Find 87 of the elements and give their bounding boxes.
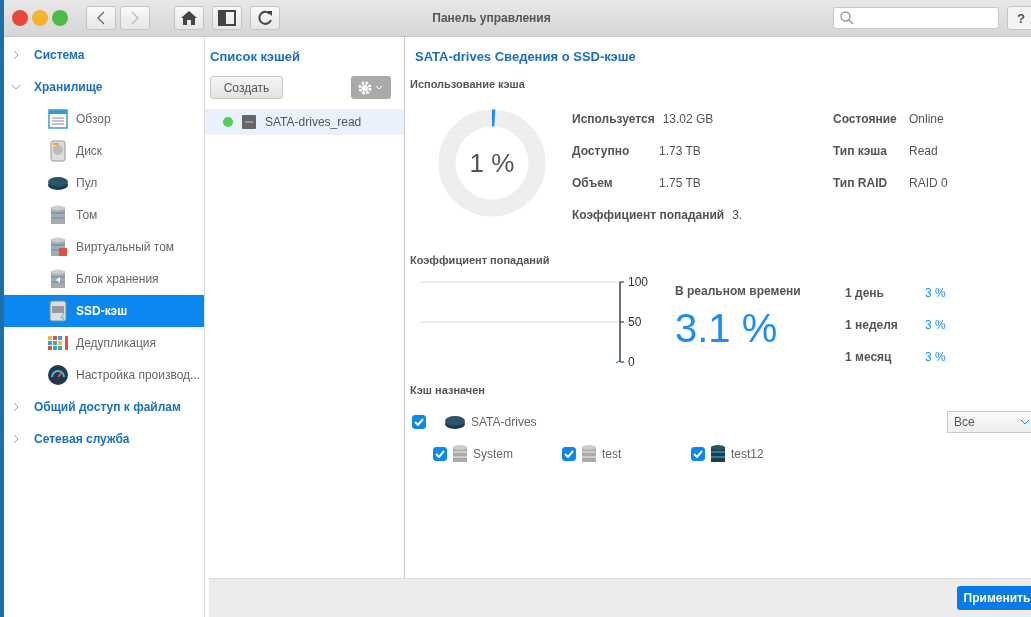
overview-icon — [47, 108, 69, 130]
volume-icon — [710, 444, 726, 464]
panel-icon — [218, 10, 236, 26]
sidebar-item[interactable]: Том — [4, 199, 204, 231]
checkbox[interactable] — [562, 447, 576, 461]
period-value: 3 % — [925, 286, 946, 300]
sidebar-item[interactable]: Диск — [4, 135, 204, 167]
field-label: Доступно — [572, 144, 631, 158]
sidebar-item[interactable]: Дедупликация — [4, 327, 204, 359]
sidebar-item[interactable]: Пул — [4, 167, 204, 199]
usage-percent: 1 % — [469, 148, 515, 178]
field-value: RAID 0 — [909, 176, 948, 190]
period-label: 1 неделя — [845, 318, 899, 332]
close-button[interactable] — [12, 10, 28, 26]
period-value: 3 % — [925, 318, 946, 332]
search-icon — [840, 11, 854, 25]
right-chevron-icon — [130, 11, 140, 25]
pool-name: SATA-drives — [471, 415, 537, 429]
volume-name: test12 — [731, 447, 764, 461]
sidebar-item[interactable]: Виртуальный том — [4, 231, 204, 263]
search-field[interactable] — [833, 7, 999, 29]
volume-icon — [452, 444, 468, 464]
home-icon — [180, 10, 198, 26]
refresh-icon — [256, 9, 274, 27]
axis-tick-label: 0 — [628, 355, 635, 369]
sidebar-item[interactable]: SSD-кэш — [4, 295, 204, 327]
sidebar-group[interactable]: Общий доступ к файлам — [4, 391, 204, 423]
field-label: Объем — [572, 176, 614, 190]
sidebar-group[interactable]: Система — [4, 39, 204, 71]
sidebar-item[interactable]: Настройка производ... — [4, 359, 204, 391]
period-label: 1 месяц — [845, 350, 893, 364]
gear-icon — [357, 79, 385, 96]
chevron-icon — [12, 51, 20, 59]
axis-tick-label: 50 — [628, 315, 642, 329]
volume-name: test — [602, 447, 622, 461]
realtime-label: В реальном времени — [675, 284, 802, 298]
line-end-mark — [615, 360, 620, 364]
help-button[interactable]: ? — [1007, 6, 1031, 30]
panel-toggle-button[interactable] — [212, 6, 242, 30]
period-label: 1 день — [845, 286, 885, 300]
checkbox[interactable] — [433, 447, 447, 461]
chevron-icon — [12, 435, 20, 443]
settings-button[interactable] — [351, 76, 391, 99]
gauge-icon — [47, 364, 69, 386]
pool-icon — [444, 415, 466, 429]
sidebar-item[interactable]: Обзор — [4, 103, 204, 135]
field-value: 3. — [732, 208, 743, 222]
realtime-value: 3.1 % — [675, 306, 779, 351]
field-label: Состояние — [833, 112, 898, 126]
section-heading: Коэффициент попаданий — [410, 254, 551, 266]
back-button[interactable] — [86, 6, 116, 30]
panel-heading: Список кэшей — [209, 49, 302, 64]
checkbox[interactable] — [691, 447, 705, 461]
create-button[interactable]: Создать — [210, 76, 283, 99]
field-label: Коэффициент попаданий — [572, 208, 725, 222]
apply-button[interactable]: Применить — [957, 586, 1031, 610]
window-title: Панель управления — [431, 11, 552, 25]
maximize-button[interactable] — [52, 10, 68, 26]
left-chevron-icon — [96, 11, 106, 25]
period-value: 3 % — [925, 350, 946, 364]
checkbox[interactable] — [412, 415, 426, 429]
field-label: Тип кэша — [833, 144, 888, 158]
sidebar-item[interactable]: Блок хранения — [4, 263, 204, 295]
home-button[interactable] — [174, 6, 204, 30]
field-value: 1.75 TB — [659, 176, 701, 190]
field-value: Online — [909, 112, 944, 126]
page-heading: SATA-drives Сведения о SSD-кэше — [414, 49, 637, 64]
ssd-icon — [242, 115, 256, 129]
filter-dropdown[interactable]: Все — [947, 411, 1031, 433]
sidebar-group[interactable]: Сетевая служба — [4, 423, 204, 455]
axis-tick-label: 100 — [628, 275, 649, 289]
field-value: Read — [909, 144, 938, 158]
volume-name: System — [473, 447, 513, 461]
refresh-button[interactable] — [250, 6, 280, 30]
section-heading: Использование кэша — [410, 78, 526, 90]
chevron-icon — [12, 403, 20, 411]
cache-list-item[interactable]: SATA-drives_read — [205, 109, 404, 135]
chevron-icon — [12, 83, 20, 91]
sidebar-group[interactable]: Хранилище — [4, 71, 204, 103]
field-value: 13.02 GB — [662, 112, 714, 126]
ssd-icon — [47, 300, 69, 322]
section-heading: Кэш назначен — [410, 384, 486, 396]
field-label: Используется — [572, 112, 655, 126]
field-value: 1.73 TB — [659, 144, 701, 158]
field-label: Тип RAID — [833, 176, 889, 190]
volume-icon — [581, 444, 597, 464]
caret-icon — [1020, 419, 1030, 425]
